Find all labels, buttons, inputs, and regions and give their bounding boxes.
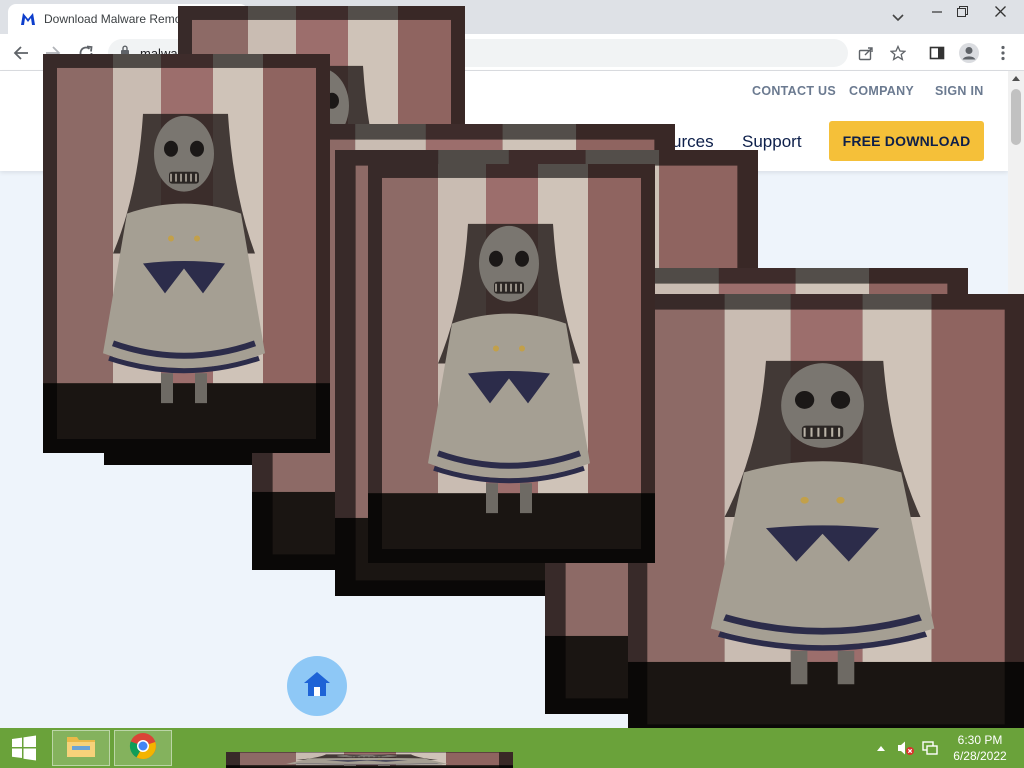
malwarebytes-m-icon: [20, 11, 36, 27]
network-icon[interactable]: [919, 728, 941, 768]
chrome-icon: [129, 732, 157, 765]
home-button[interactable]: [287, 656, 347, 716]
show-hidden-icons-chevron-icon[interactable]: [873, 728, 889, 768]
file-explorer-taskbar-button[interactable]: [52, 730, 110, 766]
free-download-button[interactable]: FREE DOWNLOAD: [829, 121, 984, 161]
kebab-menu-icon[interactable]: [990, 40, 1016, 66]
browser-titlebar: Download Malware Remo: [0, 0, 1024, 34]
folder-icon: [66, 733, 96, 764]
scroll-up-arrow-icon[interactable]: [1008, 71, 1024, 85]
scary-doll-popup[interactable]: [368, 164, 655, 563]
scary-doll-popup[interactable]: [226, 752, 513, 768]
close-icon[interactable]: [983, 0, 1017, 22]
scary-doll-popup[interactable]: [43, 54, 330, 453]
contact-us-link[interactable]: CONTACT US: [752, 84, 836, 98]
clock-date: 6/28/2022: [953, 749, 1007, 763]
nav-support-link[interactable]: Support: [742, 132, 802, 152]
restore-icon[interactable]: [945, 0, 979, 22]
star-icon[interactable]: [885, 39, 911, 67]
sign-in-link[interactable]: SIGN IN: [935, 84, 984, 98]
tab-title: Download Malware Remo: [44, 12, 182, 26]
chrome-taskbar-button[interactable]: [114, 730, 172, 766]
taskbar-clock[interactable]: 6:30 PM 6/28/2022: [944, 732, 1016, 764]
home-icon: [303, 671, 331, 702]
company-link[interactable]: COMPANY: [849, 84, 914, 98]
side-panel-icon[interactable]: [924, 40, 950, 66]
nav-resources-link[interactable]: urces: [672, 132, 714, 152]
profile-icon[interactable]: [956, 40, 982, 66]
back-arrow-icon[interactable]: [8, 40, 34, 66]
scroll-thumb[interactable]: [1011, 89, 1021, 145]
clock-time: 6:30 PM: [957, 733, 1003, 747]
tab-search-chevron-icon[interactable]: [886, 8, 910, 28]
scary-doll-popup[interactable]: [628, 294, 1024, 740]
share-icon[interactable]: [853, 39, 879, 67]
volume-muted-icon[interactable]: [895, 728, 917, 768]
windows-start-icon[interactable]: [0, 728, 48, 768]
